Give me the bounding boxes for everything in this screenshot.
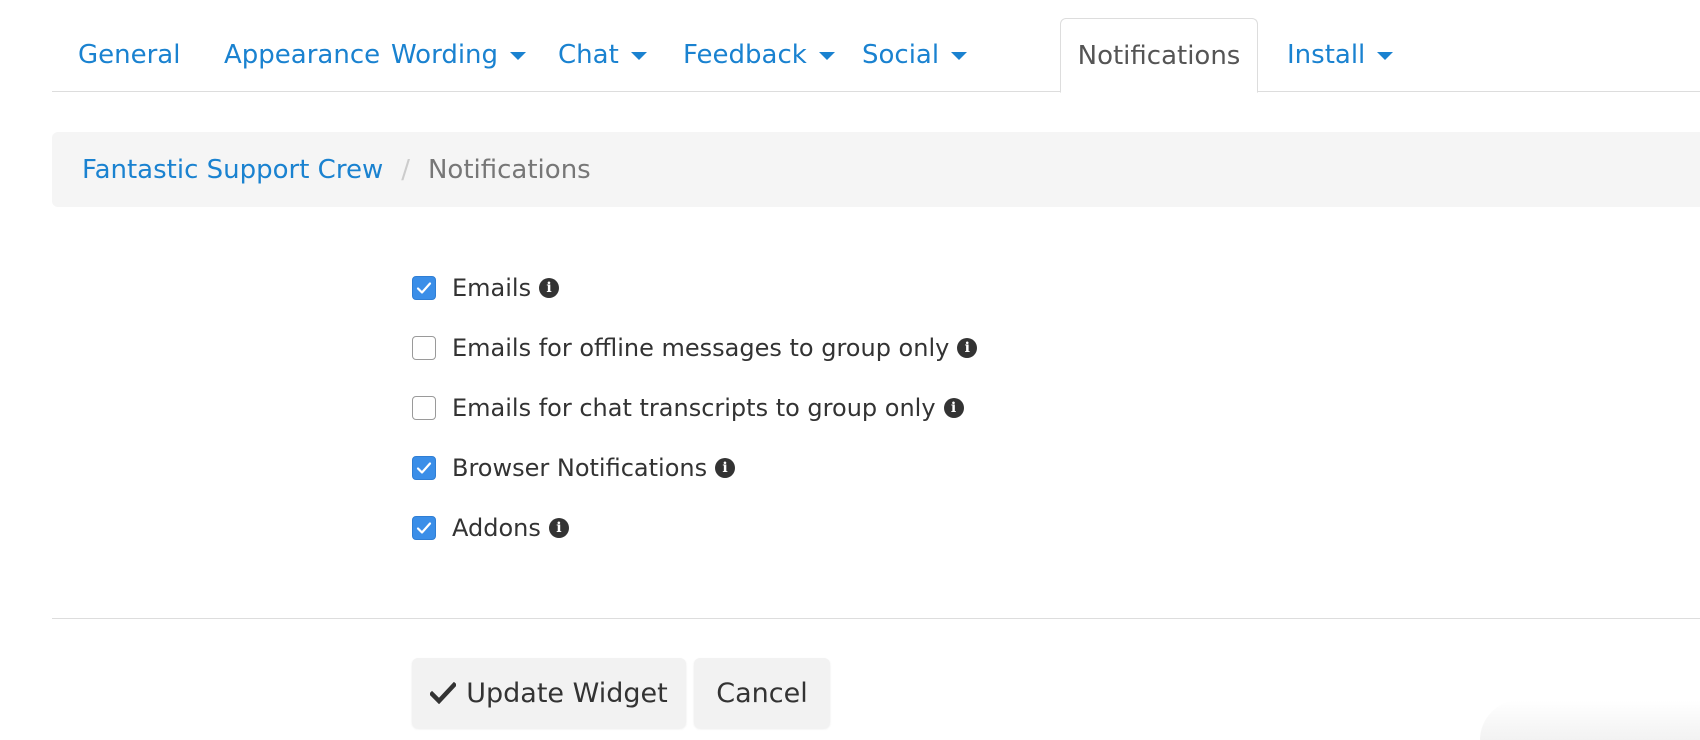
- tab-label: Appearance: [224, 40, 381, 70]
- tab-notifications[interactable]: Notifications: [1060, 18, 1258, 93]
- tab-label: Notifications: [1077, 40, 1241, 71]
- checkbox-offline-emails[interactable]: [412, 336, 436, 360]
- check-icon: [430, 682, 457, 704]
- checkmark-icon: [416, 462, 432, 474]
- option-label: Emails: [452, 274, 532, 302]
- breadcrumb-current: Notifications: [427, 154, 591, 185]
- corner-shadow: [1480, 700, 1700, 740]
- breadcrumb-parent-link[interactable]: Fantastic Support Crew: [82, 155, 383, 185]
- checkbox-addons[interactable]: [412, 516, 436, 540]
- tab-feedback[interactable]: Feedback: [657, 18, 861, 92]
- option-browser-notifications: Browser Notifications i: [412, 448, 1012, 488]
- cancel-label: Cancel: [716, 677, 808, 709]
- tab-bar: General Appearance Wording Chat Feedback…: [52, 0, 1700, 93]
- option-label: Emails for offline messages to group onl…: [452, 334, 950, 362]
- caret-down-icon: [630, 52, 647, 60]
- option-emails: Emails i: [412, 268, 1012, 308]
- checkmark-icon: [416, 522, 432, 534]
- option-label: Emails for chat transcripts to group onl…: [452, 394, 936, 422]
- caret-down-icon: [951, 52, 968, 60]
- info-icon[interactable]: i: [957, 338, 978, 358]
- checkbox-transcript-emails[interactable]: [412, 396, 436, 420]
- tab-label: Social: [862, 40, 940, 70]
- tab-chat[interactable]: Chat: [532, 18, 673, 92]
- info-icon[interactable]: i: [548, 518, 569, 538]
- caret-down-icon: [818, 52, 835, 60]
- caret-down-icon: [510, 52, 527, 60]
- info-icon[interactable]: i: [715, 458, 736, 478]
- checkbox-emails[interactable]: [412, 276, 436, 300]
- tab-label: Install: [1287, 40, 1366, 70]
- tab-label: General: [78, 40, 181, 70]
- tab-general[interactable]: General: [52, 18, 206, 92]
- breadcrumb-separator: /: [401, 154, 410, 185]
- update-widget-label: Update Widget: [466, 677, 668, 709]
- option-offline-emails: Emails for offline messages to group onl…: [412, 328, 1012, 368]
- option-label: Browser Notifications: [452, 454, 708, 482]
- tab-label: Chat: [558, 40, 619, 70]
- info-icon[interactable]: i: [943, 398, 964, 418]
- option-label: Addons: [452, 514, 541, 542]
- tab-label: Wording: [391, 40, 499, 70]
- form-divider: [52, 618, 1700, 619]
- tab-label: Feedback: [683, 40, 807, 70]
- option-addons: Addons i: [412, 508, 1012, 548]
- breadcrumb: Fantastic Support Crew / Notifications: [52, 132, 1700, 207]
- tab-social[interactable]: Social: [836, 18, 993, 92]
- checkmark-icon: [416, 282, 432, 294]
- checkbox-browser-notifications[interactable]: [412, 456, 436, 480]
- option-transcript-emails: Emails for chat transcripts to group onl…: [412, 388, 1012, 428]
- tab-install[interactable]: Install: [1261, 18, 1419, 92]
- caret-down-icon: [1377, 52, 1394, 60]
- tab-wording[interactable]: Wording: [365, 18, 552, 92]
- update-widget-button[interactable]: Update Widget: [412, 658, 686, 728]
- cancel-button[interactable]: Cancel: [694, 658, 830, 728]
- info-icon[interactable]: i: [539, 278, 560, 298]
